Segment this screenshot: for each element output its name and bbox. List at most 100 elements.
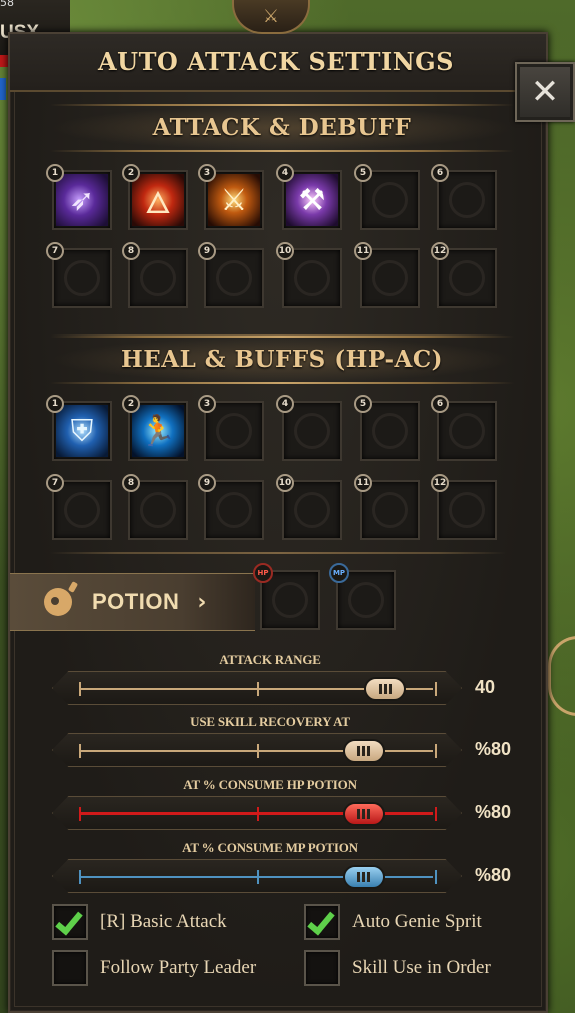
heal-skill-slot-5[interactable]: 5 <box>354 395 420 461</box>
follow-party-checkbox[interactable] <box>52 950 88 986</box>
player-level: 58 <box>0 0 14 9</box>
attack-skill-slot-12[interactable]: 12 <box>431 242 497 308</box>
heal-skill-slot-7[interactable]: 7 <box>46 474 112 540</box>
potion-label: POTION <box>92 589 180 614</box>
slider-tick <box>257 744 259 758</box>
attack-skill-slot-10[interactable]: 10 <box>276 242 342 308</box>
auto-genie-label: Auto Genie Sprit <box>352 911 482 932</box>
heal-skill-slot-8[interactable]: 8 <box>122 474 188 540</box>
checkmark-icon <box>55 906 83 936</box>
potion-tab[interactable]: POTION › <box>10 573 255 631</box>
empty-slot-icon <box>216 260 252 296</box>
slider-handle[interactable] <box>342 739 385 763</box>
empty-slot-icon <box>216 492 252 528</box>
mp-potion-slider[interactable] <box>52 859 462 893</box>
slot-number: 9 <box>198 474 216 492</box>
attack-skill-slot-11[interactable]: 11 <box>354 242 420 308</box>
dialog-title: AUTO ATTACK SETTINGS <box>98 47 454 76</box>
slider-tick <box>79 870 81 884</box>
shield-buff-icon: ⛨ <box>56 405 108 457</box>
heal-skill-slot-2[interactable]: 2 🏃 <box>122 395 188 461</box>
empty-slot-icon <box>140 492 176 528</box>
slot-number: 6 <box>431 164 449 182</box>
potion-bag-icon <box>44 588 72 616</box>
slot-number: 9 <box>198 242 216 260</box>
basic-attack-checkbox[interactable] <box>52 904 88 940</box>
empty-slot-icon <box>140 260 176 296</box>
heal-skill-slot-4[interactable]: 4 <box>276 395 342 461</box>
auto-genie-option[interactable]: Auto Genie Sprit <box>304 904 482 940</box>
heal-skill-slot-6[interactable]: 6 <box>431 395 497 461</box>
spear-strike-icon: ➶ <box>56 174 108 226</box>
empty-slot-icon <box>449 260 485 296</box>
close-button[interactable]: ✕ <box>515 62 575 122</box>
attack-skill-slot-1[interactable]: 1 ➶ <box>46 164 112 230</box>
slot-number: 8 <box>122 242 140 260</box>
slider-tick <box>435 807 437 821</box>
heal-skill-slot-11[interactable]: 11 <box>354 474 420 540</box>
attack-debuff-header: ATTACK & DEBUFF <box>50 104 514 152</box>
attack-skill-slot-4[interactable]: 4 ⚒ <box>276 164 342 230</box>
slot-number: 11 <box>354 474 372 492</box>
golden-sword-icon: ⚔ <box>208 174 260 226</box>
empty-slot-icon <box>449 182 485 218</box>
slider-handle[interactable] <box>364 677 407 701</box>
attack-skill-slot-7[interactable]: 7 <box>46 242 112 308</box>
hp-potion-slider[interactable] <box>52 796 462 830</box>
empty-slot-icon <box>449 413 485 449</box>
slot-number: 2 <box>122 395 140 413</box>
empty-slot-icon <box>64 260 100 296</box>
heal-skill-slot-1[interactable]: 1 ⛨ <box>46 395 112 461</box>
heal-skill-slot-3[interactable]: 3 <box>198 395 264 461</box>
slider-tick <box>79 807 81 821</box>
slot-number: 11 <box>354 242 372 260</box>
heal-buffs-header: HEAL & BUFFS (HP-AC) <box>50 336 514 384</box>
slot-number: 4 <box>276 395 294 413</box>
empty-slot-icon <box>449 492 485 528</box>
attack-skill-slot-5[interactable]: 5 <box>354 164 420 230</box>
heal-skill-slot-10[interactable]: 10 <box>276 474 342 540</box>
slot-number: 10 <box>276 242 294 260</box>
skill-order-checkbox[interactable] <box>304 950 340 986</box>
slot-number: 8 <box>122 474 140 492</box>
auto-attack-settings-dialog: AUTO ATTACK SETTINGS ATTACK & DEBUFF 1 ➶ 2… <box>8 32 548 1013</box>
chevron-right-icon: › <box>197 589 207 615</box>
skill-recovery-value: %80 <box>475 739 512 759</box>
attack-skill-slot-6[interactable]: 6 <box>431 164 497 230</box>
skill-recovery-slider[interactable] <box>52 733 462 767</box>
empty-slot-icon <box>216 413 252 449</box>
follow-party-option[interactable]: Follow Party Leader <box>52 950 256 986</box>
slot-number: 2 <box>122 164 140 182</box>
empty-slot-icon <box>64 492 100 528</box>
heal-skill-slot-12[interactable]: 12 <box>431 474 497 540</box>
slot-number: 3 <box>198 395 216 413</box>
slot-number: 6 <box>431 395 449 413</box>
slider-tick <box>435 870 437 884</box>
empty-slot-icon <box>294 492 330 528</box>
slider-handle[interactable] <box>342 802 385 826</box>
empty-slot-icon <box>372 413 408 449</box>
empty-slot-icon <box>372 260 408 296</box>
heal-skill-slot-9[interactable]: 9 <box>198 474 264 540</box>
mp-badge: MP <box>329 563 349 583</box>
empty-slot-icon <box>372 182 408 218</box>
mp-potion-slot[interactable]: MP <box>329 563 396 630</box>
attack-debuff-title: ATTACK & DEBUFF <box>152 114 412 141</box>
dash-buff-icon: 🏃 <box>132 405 184 457</box>
attack-range-slider[interactable] <box>52 671 462 705</box>
attack-skill-slot-2[interactable]: 2 🜂 <box>122 164 188 230</box>
slot-number: 5 <box>354 395 372 413</box>
slot-number: 12 <box>431 474 449 492</box>
hp-potion-slot[interactable]: HP <box>253 563 320 630</box>
attack-skill-slot-9[interactable]: 9 <box>198 242 264 308</box>
auto-genie-checkbox[interactable] <box>304 904 340 940</box>
mp-potion-value: %80 <box>475 865 512 885</box>
basic-attack-option[interactable]: [R] Basic Attack <box>52 904 227 940</box>
attack-skill-slot-3[interactable]: 3 ⚔ <box>198 164 264 230</box>
empty-slot-icon <box>294 260 330 296</box>
skill-order-option[interactable]: Skill Use in Order <box>304 950 491 986</box>
slider-tick <box>257 682 259 696</box>
slider-tick <box>435 744 437 758</box>
attack-skill-slot-8[interactable]: 8 <box>122 242 188 308</box>
slider-handle[interactable] <box>342 865 385 889</box>
